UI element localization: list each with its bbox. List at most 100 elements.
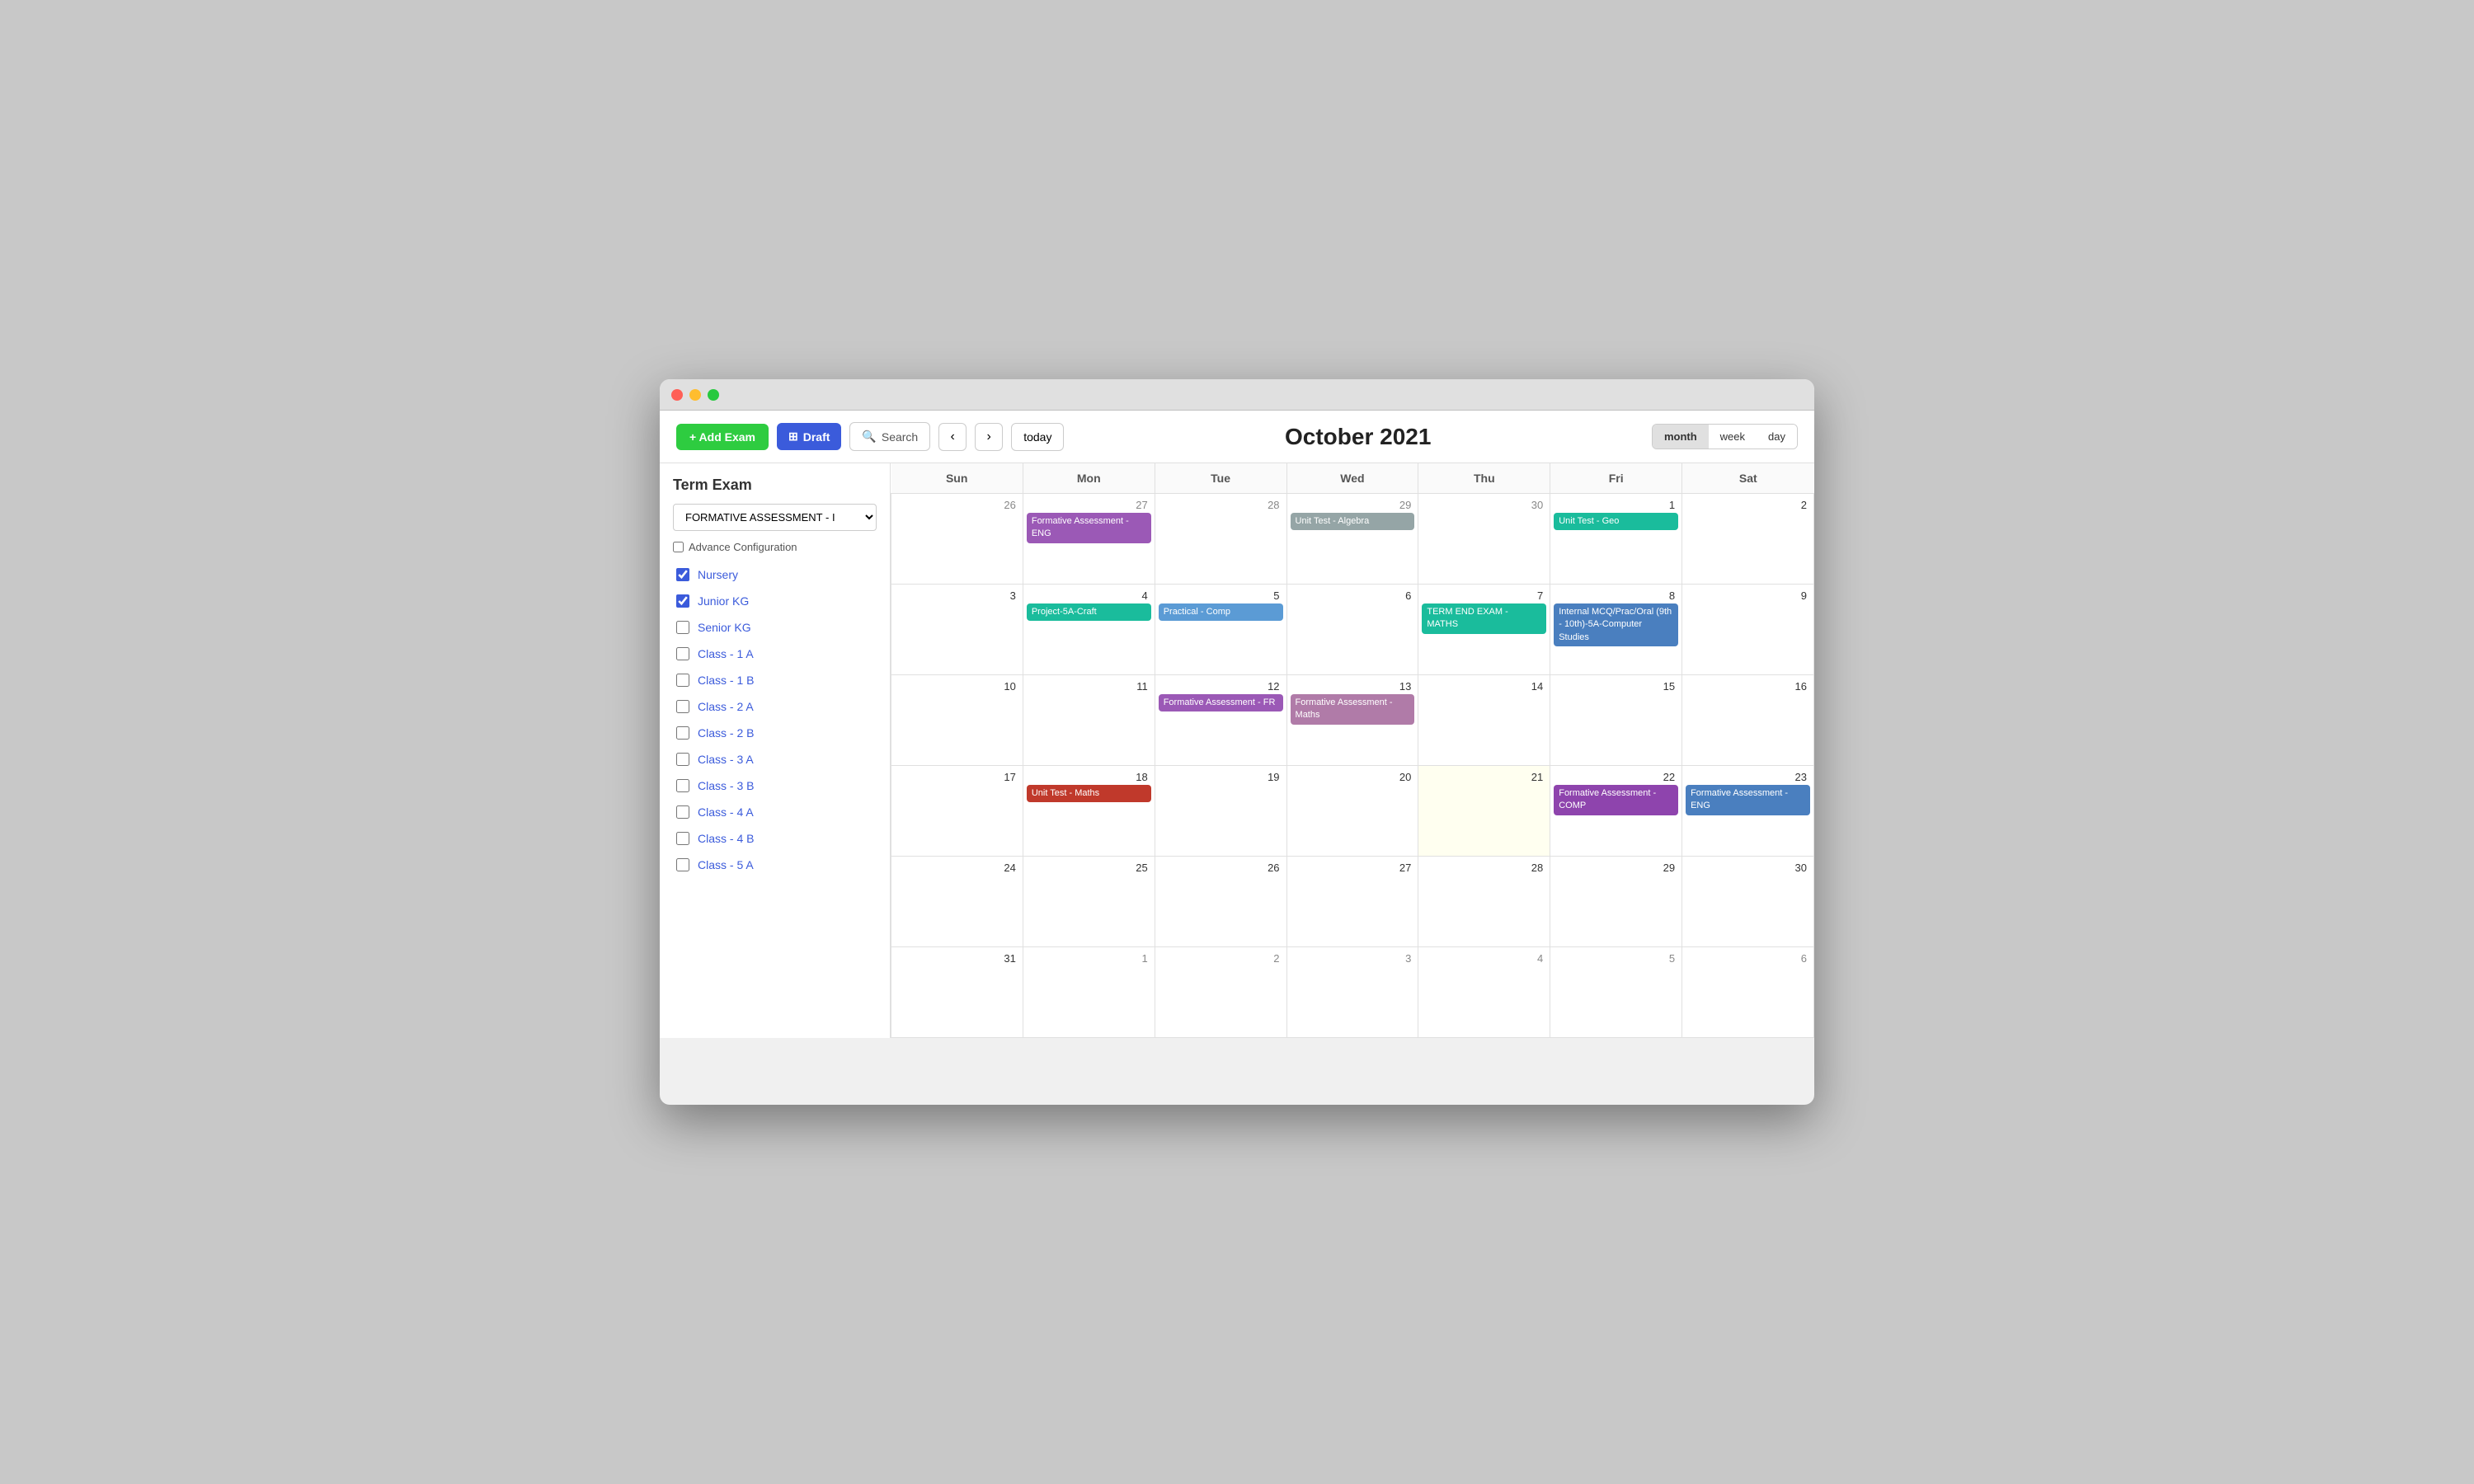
day-number: 30 bbox=[1686, 860, 1810, 876]
event-pill[interactable]: Formative Assessment - ENG bbox=[1027, 513, 1151, 543]
search-button[interactable]: 🔍 Search bbox=[849, 422, 930, 451]
prev-button[interactable]: ‹ bbox=[938, 423, 967, 451]
calendar-cell[interactable]: 5 bbox=[1550, 947, 1682, 1038]
calendar-cell[interactable]: 18Unit Test - Maths bbox=[1023, 766, 1155, 857]
add-exam-button[interactable]: + Add Exam bbox=[676, 424, 769, 450]
today-button[interactable]: today bbox=[1011, 423, 1064, 451]
class-checkbox-1[interactable] bbox=[676, 594, 689, 608]
class-item[interactable]: Class - 2 B bbox=[673, 721, 877, 744]
calendar-cell[interactable]: 12Formative Assessment - FR bbox=[1155, 675, 1286, 766]
calendar-cell[interactable]: 31 bbox=[891, 947, 1023, 1038]
calendar-cell[interactable]: 16 bbox=[1682, 675, 1814, 766]
calendar-cell[interactable]: 14 bbox=[1418, 675, 1550, 766]
class-checkbox-10[interactable] bbox=[676, 832, 689, 845]
calendar-cell[interactable]: 10 bbox=[891, 675, 1023, 766]
class-item[interactable]: Class - 4 A bbox=[673, 801, 877, 824]
calendar-area: SunMonTueWedThuFriSat 2627Formative Asse… bbox=[891, 463, 1814, 1038]
calendar-cell[interactable]: 30 bbox=[1682, 857, 1814, 947]
calendar-cell[interactable]: 23Formative Assessment - ENG bbox=[1682, 766, 1814, 857]
calendar-cell[interactable]: 8Internal MCQ/Prac/Oral (9th - 10th)-5A-… bbox=[1550, 585, 1682, 675]
draft-button[interactable]: ⊞ Draft bbox=[777, 423, 841, 450]
class-item[interactable]: Senior KG bbox=[673, 616, 877, 639]
calendar-cell[interactable]: 4 bbox=[1418, 947, 1550, 1038]
event-pill[interactable]: Formative Assessment - Maths bbox=[1291, 694, 1415, 725]
class-item[interactable]: Class - 3 A bbox=[673, 748, 877, 771]
calendar-cell[interactable]: 2 bbox=[1155, 947, 1286, 1038]
calendar-cell[interactable]: 29Unit Test - Algebra bbox=[1286, 494, 1418, 585]
calendar-cell[interactable]: 24 bbox=[891, 857, 1023, 947]
calendar-cell[interactable]: 1Unit Test - Geo bbox=[1550, 494, 1682, 585]
event-pill[interactable]: Unit Test - Maths bbox=[1027, 785, 1151, 802]
calendar-cell[interactable]: 15 bbox=[1550, 675, 1682, 766]
calendar-cell[interactable]: 27Formative Assessment - ENG bbox=[1023, 494, 1155, 585]
class-label: Class - 5 A bbox=[698, 858, 754, 871]
event-pill[interactable]: TERM END EXAM - MATHS bbox=[1422, 603, 1546, 634]
week-view-button[interactable]: week bbox=[1709, 425, 1757, 448]
calendar-cell[interactable]: 21 bbox=[1418, 766, 1550, 857]
next-button[interactable]: › bbox=[975, 423, 1003, 451]
class-item[interactable]: Class - 1 A bbox=[673, 642, 877, 665]
class-item[interactable]: Class - 5 A bbox=[673, 853, 877, 876]
calendar-cell[interactable]: 22Formative Assessment - COMP bbox=[1550, 766, 1682, 857]
class-checkbox-11[interactable] bbox=[676, 858, 689, 871]
class-item[interactable]: Class - 3 B bbox=[673, 774, 877, 797]
day-view-button[interactable]: day bbox=[1757, 425, 1797, 448]
class-checkbox-0[interactable] bbox=[676, 568, 689, 581]
event-pill[interactable]: Unit Test - Algebra bbox=[1291, 513, 1415, 530]
calendar-cell[interactable]: 19 bbox=[1155, 766, 1286, 857]
class-checkbox-8[interactable] bbox=[676, 779, 689, 792]
event-pill[interactable]: Formative Assessment - FR bbox=[1159, 694, 1283, 711]
class-item[interactable]: Nursery bbox=[673, 563, 877, 586]
calendar-cell[interactable]: 27 bbox=[1286, 857, 1418, 947]
calendar-cell[interactable]: 25 bbox=[1023, 857, 1155, 947]
calendar-cell[interactable]: 2 bbox=[1682, 494, 1814, 585]
class-item[interactable]: Class - 2 A bbox=[673, 695, 877, 718]
class-checkbox-9[interactable] bbox=[676, 805, 689, 819]
event-pill[interactable]: Practical - Comp bbox=[1159, 603, 1283, 621]
day-number: 14 bbox=[1422, 679, 1546, 694]
minimize-button[interactable] bbox=[689, 389, 701, 401]
calendar-cell[interactable]: 20 bbox=[1286, 766, 1418, 857]
class-checkbox-6[interactable] bbox=[676, 726, 689, 740]
event-pill[interactable]: Project-5A-Craft bbox=[1027, 603, 1151, 621]
calendar-cell[interactable]: 3 bbox=[891, 585, 1023, 675]
calendar-cell[interactable]: 3 bbox=[1286, 947, 1418, 1038]
class-checkbox-4[interactable] bbox=[676, 674, 689, 687]
day-number: 27 bbox=[1027, 497, 1151, 513]
calendar-cell[interactable]: 1 bbox=[1023, 947, 1155, 1038]
day-number: 11 bbox=[1027, 679, 1151, 694]
calendar-cell[interactable]: 26 bbox=[1155, 857, 1286, 947]
advance-config-checkbox[interactable] bbox=[673, 542, 684, 552]
calendar-cell[interactable]: 6 bbox=[1682, 947, 1814, 1038]
class-item[interactable]: Class - 1 B bbox=[673, 669, 877, 692]
class-checkbox-7[interactable] bbox=[676, 753, 689, 766]
class-checkbox-3[interactable] bbox=[676, 647, 689, 660]
calendar-cell[interactable]: 13Formative Assessment - Maths bbox=[1286, 675, 1418, 766]
event-pill[interactable]: Formative Assessment - ENG bbox=[1686, 785, 1810, 815]
event-pill[interactable]: Internal MCQ/Prac/Oral (9th - 10th)-5A-C… bbox=[1554, 603, 1678, 646]
event-pill[interactable]: Unit Test - Geo bbox=[1554, 513, 1678, 530]
calendar-week-4: 24252627282930 bbox=[891, 857, 1814, 947]
maximize-button[interactable] bbox=[708, 389, 719, 401]
calendar-cell[interactable]: 5Practical - Comp bbox=[1155, 585, 1286, 675]
calendar-cell[interactable]: 11 bbox=[1023, 675, 1155, 766]
day-number: 4 bbox=[1027, 588, 1151, 603]
calendar-cell[interactable]: 29 bbox=[1550, 857, 1682, 947]
class-checkbox-5[interactable] bbox=[676, 700, 689, 713]
calendar-cell[interactable]: 4Project-5A-Craft bbox=[1023, 585, 1155, 675]
calendar-cell[interactable]: 28 bbox=[1418, 857, 1550, 947]
calendar-cell[interactable]: 9 bbox=[1682, 585, 1814, 675]
month-view-button[interactable]: month bbox=[1653, 425, 1709, 448]
class-item[interactable]: Class - 4 B bbox=[673, 827, 877, 850]
calendar-cell[interactable]: 6 bbox=[1286, 585, 1418, 675]
term-select[interactable]: FORMATIVE ASSESSMENT - I FORMATIVE ASSES… bbox=[673, 504, 877, 531]
calendar-cell[interactable]: 7TERM END EXAM - MATHS bbox=[1418, 585, 1550, 675]
class-checkbox-2[interactable] bbox=[676, 621, 689, 634]
calendar-cell[interactable]: 30 bbox=[1418, 494, 1550, 585]
event-pill[interactable]: Formative Assessment - COMP bbox=[1554, 785, 1678, 815]
class-item[interactable]: Junior KG bbox=[673, 589, 877, 613]
calendar-cell[interactable]: 17 bbox=[891, 766, 1023, 857]
calendar-cell[interactable]: 28 bbox=[1155, 494, 1286, 585]
calendar-cell[interactable]: 26 bbox=[891, 494, 1023, 585]
close-button[interactable] bbox=[671, 389, 683, 401]
